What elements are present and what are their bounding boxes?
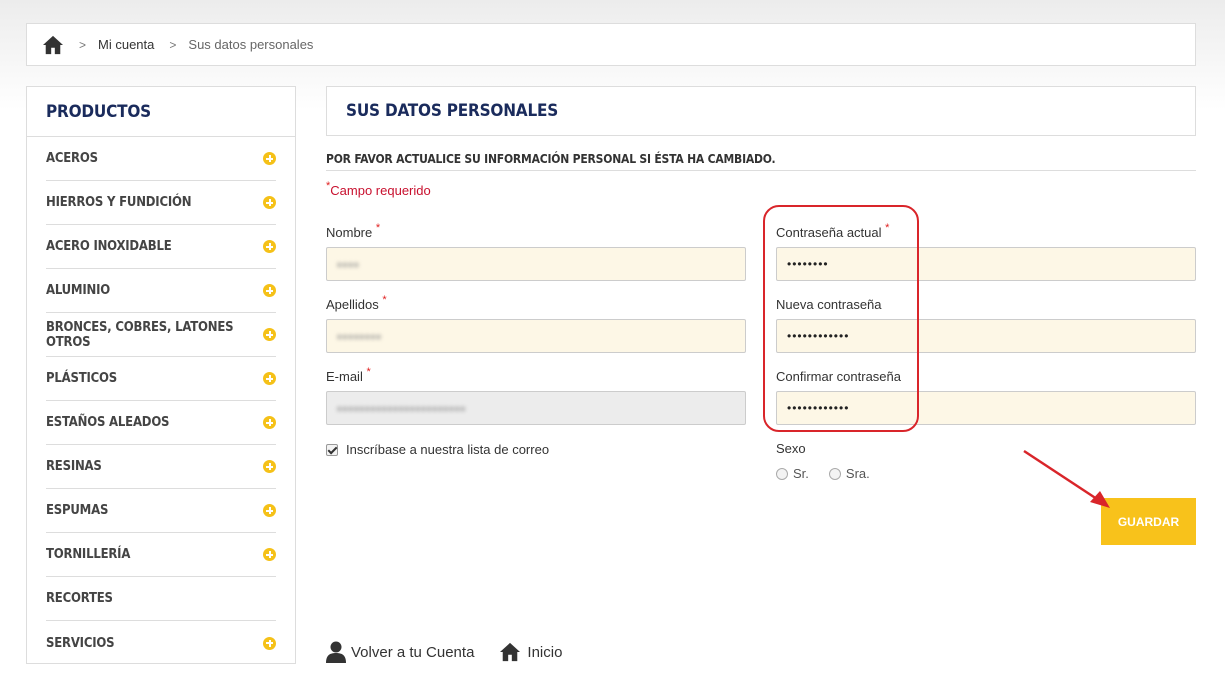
required-note-text: Campo requerido	[330, 183, 431, 198]
required-star: *	[326, 180, 331, 192]
plus-circle-icon[interactable]	[263, 152, 276, 165]
breadcrumb: > Mi cuenta > Sus datos personales	[26, 23, 1196, 66]
confirm-password-label: Confirmar contraseña	[776, 369, 901, 384]
radio-sra-button[interactable]	[828, 467, 841, 480]
sidebar-item[interactable]: ESTAÑOS ALEADOS	[46, 401, 276, 445]
plus-circle-icon[interactable]	[263, 548, 276, 561]
breadcrumb-separator: >	[79, 37, 87, 52]
email-field: ▪▪▪▪▪▪▪▪▪▪▪▪▪▪▪▪▪▪▪▪▪▪▪	[326, 391, 746, 425]
confirm-password-value: ••••••••••••	[787, 401, 850, 415]
apellidos-value: ▪▪▪▪▪▪▪▪	[337, 328, 382, 344]
home-icon	[500, 642, 521, 662]
plus-circle-icon[interactable]	[263, 196, 276, 209]
required-star: *	[375, 222, 381, 234]
sidebar-item-label: ALUMINIO	[46, 283, 111, 298]
newsletter-checkbox-row[interactable]: Inscríbase a nuestra lista de correo	[326, 442, 549, 457]
plus-circle-icon[interactable]	[263, 328, 276, 341]
sidebar-item[interactable]: HIERROS Y FUNDICIÓN	[46, 181, 276, 225]
sidebar-item-label: ACEROS	[46, 151, 98, 166]
new-password-field[interactable]: ••••••••••••	[776, 319, 1196, 353]
back-to-account-link[interactable]: Volver a tu Cuenta	[326, 641, 474, 663]
plus-circle-icon[interactable]	[263, 460, 276, 473]
sexo-label: Sexo	[776, 441, 806, 456]
apellidos-label-text: Apellidos	[326, 297, 379, 312]
sidebar-item[interactable]: ALUMINIO	[46, 269, 276, 313]
sidebar-item-label: BRONCES, COBRES, LATONES OTROS	[46, 319, 234, 350]
back-to-account-label: Volver a tu Cuenta	[351, 643, 475, 661]
breadcrumb-current: Sus datos personales	[188, 37, 314, 52]
newsletter-label: Inscríbase a nuestra lista de correo	[346, 442, 550, 457]
sidebar-item[interactable]: BRONCES, COBRES, LATONES OTROS	[46, 313, 276, 357]
plus-circle-icon[interactable]	[263, 636, 276, 650]
plus-circle-icon[interactable]	[263, 372, 276, 385]
sidebar-item-label: RESINAS	[46, 459, 102, 474]
sidebar-title: PRODUCTOS	[27, 87, 295, 137]
radio-sra[interactable]: Sra.	[828, 466, 870, 481]
sexo-radio-group: Sr. Sra.	[776, 466, 886, 481]
sidebar-item[interactable]: ACERO INOXIDABLE	[46, 225, 276, 269]
home-icon[interactable]	[42, 35, 64, 55]
sidebar-item-label: HIERROS Y FUNDICIÓN	[46, 195, 192, 210]
plus-circle-icon[interactable]	[263, 416, 276, 429]
required-star: *	[885, 222, 890, 234]
apellidos-label: Apellidos *	[326, 294, 387, 312]
sidebar-item-label: ACERO INOXIDABLE	[46, 239, 172, 254]
nombre-label-text: Nombre	[326, 225, 373, 240]
required-note: *Campo requerido	[326, 180, 431, 198]
plus-circle-icon[interactable]	[263, 284, 276, 297]
sidebar-item-label: SERVICIOS	[46, 635, 115, 651]
radio-sr-button[interactable]	[776, 467, 788, 480]
new-password-value: ••••••••••••	[787, 329, 850, 343]
new-password-label: Nueva contraseña	[776, 297, 882, 312]
radio-sr[interactable]: Sr.	[776, 466, 809, 481]
sidebar-item[interactable]: PLÁSTICOS	[46, 357, 276, 401]
sidebar-item[interactable]: ESPUMAS	[46, 489, 276, 533]
email-label-text: E-mail	[326, 369, 363, 384]
sidebar-item-label: ESTAÑOS ALEADOS	[46, 415, 170, 430]
sidebar-item[interactable]: SERVICIOS	[46, 621, 276, 665]
breadcrumb-mi-cuenta[interactable]: Mi cuenta	[98, 37, 154, 52]
footer-links: Volver a tu Cuenta Inicio	[326, 641, 586, 663]
sidebar-item[interactable]: ACEROS	[46, 137, 276, 181]
breadcrumb-separator: >	[169, 37, 177, 52]
current-password-label: Contraseña actual *	[776, 222, 890, 240]
sidebar-list: ACEROS HIERROS Y FUNDICIÓN ACERO INOXIDABL…	[27, 137, 295, 665]
radio-sr-label: Sr.	[793, 466, 809, 481]
page-title: SUS DATOS PERSONALES	[326, 86, 1196, 136]
sidebar-item[interactable]: RESINAS	[46, 445, 276, 489]
page-subtitle: POR FAVOR ACTUALICE SU INFORMACIÓN PERSO…	[326, 152, 1196, 171]
sidebar-item-label: PLÁSTICOS	[46, 371, 117, 386]
sidebar-item-label: RECORTES	[46, 591, 113, 606]
sidebar-item[interactable]: RECORTES	[46, 577, 276, 621]
newsletter-checkbox[interactable]	[326, 443, 338, 456]
email-label: E-mail *	[326, 366, 371, 384]
current-password-value: ••••••••	[787, 257, 829, 271]
confirm-password-field[interactable]: ••••••••••••	[776, 391, 1196, 425]
plus-circle-icon[interactable]	[263, 240, 276, 253]
products-sidebar: PRODUCTOS ACEROS HIERROS Y FUNDICIÓN ACERO…	[26, 86, 296, 664]
nombre-field[interactable]: ▪▪▪▪	[326, 247, 746, 281]
nombre-label: Nombre *	[326, 222, 381, 240]
nombre-value: ▪▪▪▪	[337, 256, 360, 272]
home-link[interactable]: Inicio	[498, 642, 562, 662]
email-value: ▪▪▪▪▪▪▪▪▪▪▪▪▪▪▪▪▪▪▪▪▪▪▪	[337, 400, 466, 416]
apellidos-field[interactable]: ▪▪▪▪▪▪▪▪	[326, 319, 746, 353]
required-star: *	[382, 294, 387, 306]
sidebar-item-label: ESPUMAS	[46, 503, 109, 518]
radio-sra-label: Sra.	[845, 466, 870, 481]
current-password-label-text: Contraseña actual	[776, 225, 882, 240]
plus-circle-icon[interactable]	[263, 504, 276, 517]
user-icon	[326, 641, 346, 663]
required-star: *	[366, 366, 371, 378]
save-button[interactable]: GUARDAR	[1101, 498, 1196, 545]
sidebar-item[interactable]: TORNILLERÍA	[46, 533, 276, 577]
sidebar-item-label: TORNILLERÍA	[46, 547, 131, 562]
current-password-field[interactable]: ••••••••	[776, 247, 1196, 281]
home-link-label: Inicio	[527, 643, 563, 661]
